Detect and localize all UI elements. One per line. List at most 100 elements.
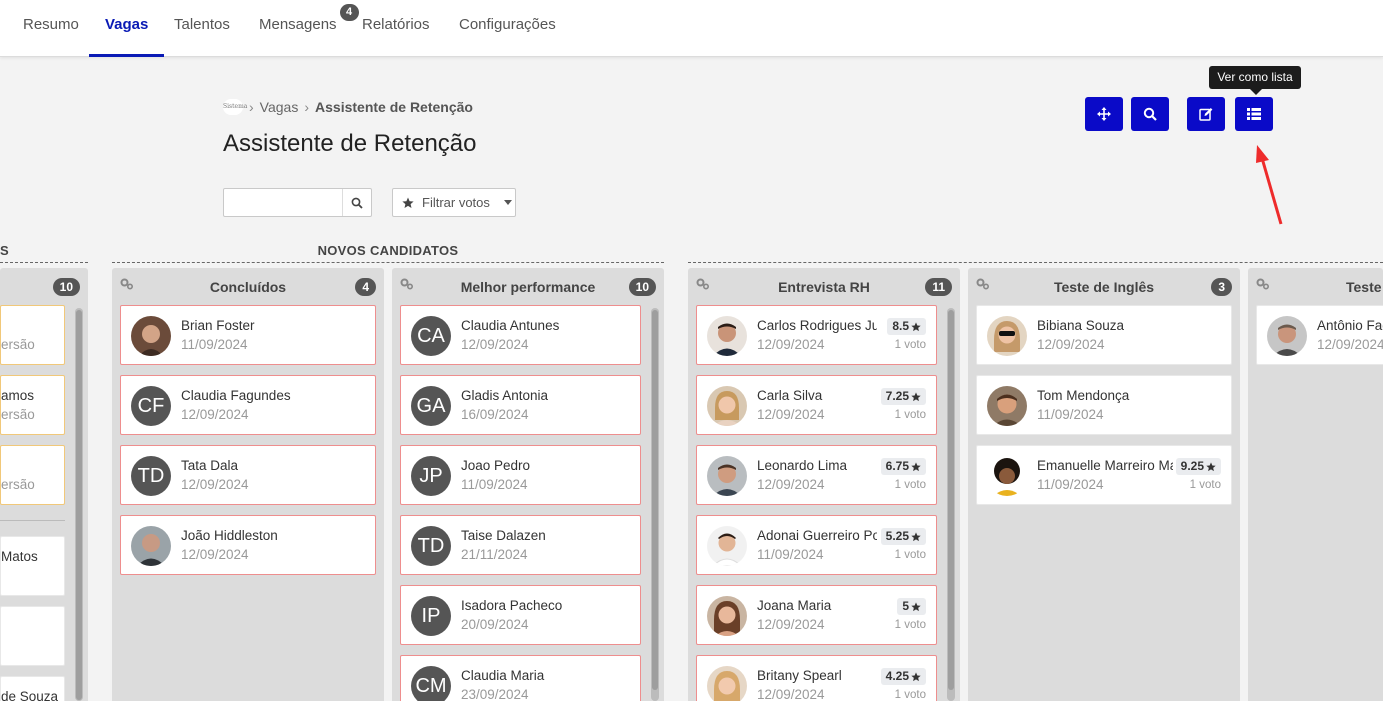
candidate-card[interactable]: Carlos Rodrigues Junior 12/09/2024 8.5 1… — [696, 305, 937, 365]
candidate-card[interactable]: IP Isadora Pacheco 20/09/2024 — [400, 585, 641, 645]
candidate-card[interactable]: CA Claudia Antunes 12/09/2024 — [400, 305, 641, 365]
candidate-card[interactable]: JP Joao Pedro 11/09/2024 — [400, 445, 641, 505]
candidate-name: Britany Spearl — [757, 668, 842, 683]
candidate-card[interactable]: Matos — [0, 536, 65, 596]
column-header: Teste — [1248, 268, 1383, 304]
candidate-card[interactable]: TD Tata Dala 12/09/2024 — [120, 445, 376, 505]
tab-resumo[interactable]: Resumo — [7, 0, 95, 57]
avatar: TD — [411, 526, 451, 566]
avatar: CA — [411, 316, 451, 356]
annotation-arrow-icon — [1256, 145, 1283, 225]
list-view-button[interactable] — [1235, 97, 1273, 131]
tab-configuracoes[interactable]: Configurações — [443, 0, 572, 57]
tab-talentos[interactable]: Talentos — [158, 0, 246, 57]
column-scrollbar[interactable] — [651, 308, 659, 701]
column-scrollbar[interactable] — [75, 308, 83, 701]
candidate-card[interactable]: Joana Maria 12/09/2024 5 1 voto — [696, 585, 937, 645]
candidate-card[interactable]: Bibiana Souza 12/09/2024 — [976, 305, 1232, 365]
filter-votes-dropdown[interactable]: Filtrar votos — [392, 188, 516, 217]
candidate-name: João Hiddleston — [181, 528, 278, 543]
candidate-card[interactable]: Antônio Fagundes 12/09/2024 — [1256, 305, 1383, 365]
votes-count: 1 voto — [1189, 479, 1221, 491]
move-button[interactable] — [1085, 97, 1123, 131]
candidate-date: 12/09/2024 — [757, 407, 825, 422]
score-badge: 6.75 — [880, 458, 926, 475]
search-input[interactable] — [224, 189, 342, 216]
tab-vagas[interactable]: Vagas — [89, 0, 165, 57]
column-scrollbar[interactable] — [947, 308, 955, 701]
breadcrumb-vagas-link[interactable]: Vagas — [260, 99, 299, 115]
list-icon — [1247, 108, 1261, 120]
candidate-card[interactable]: Adonai Guerreiro Porto 11/09/2024 5.25 1… — [696, 515, 937, 575]
candidate-card[interactable]: CM Claudia Maria 23/09/2024 — [400, 655, 641, 701]
candidate-card[interactable]: ersão — [0, 305, 65, 365]
avatar — [707, 596, 747, 636]
avatar — [131, 526, 171, 566]
edit-button[interactable] — [1187, 97, 1225, 131]
tab-label: Vagas — [105, 16, 149, 33]
avatar: TD — [131, 456, 171, 496]
column-header: Entrevista RH 11 — [688, 268, 960, 304]
candidate-name: de Souza — [1, 689, 59, 701]
search-button[interactable] — [1131, 97, 1169, 131]
column-count-badge: 4 — [355, 278, 376, 296]
candidate-date: 11/09/2024 — [1037, 477, 1104, 492]
candidate-card[interactable]: amos ersão — [0, 375, 65, 435]
avatar — [131, 316, 171, 356]
candidate-name: Antônio Fagundes — [1317, 318, 1383, 333]
candidate-date: 12/09/2024 — [461, 337, 529, 352]
star-icon — [1206, 461, 1216, 471]
score-value: 7.25 — [885, 389, 909, 403]
avatar — [987, 456, 1027, 496]
candidate-name: Claudia Maria — [461, 668, 545, 683]
votes-count: 1 voto — [894, 409, 926, 421]
candidate-card[interactable]: Tom Mendonça 11/09/2024 — [976, 375, 1232, 435]
candidate-name: Taise Dalazen — [461, 528, 546, 543]
company-logo[interactable]: Sistema — [223, 99, 247, 115]
column-title: Melhor performance — [460, 279, 596, 295]
column-count-badge: 3 — [1211, 278, 1232, 296]
scrollbar-thumb[interactable] — [652, 310, 658, 690]
candidate-card[interactable]: Carla Silva 12/09/2024 7.25 1 voto — [696, 375, 937, 435]
kanban-column-concluidos: Concluídos 4 Brian Foster 11/09/2024 CF … — [112, 268, 384, 701]
candidate-card[interactable] — [0, 606, 65, 666]
candidate-card[interactable]: Emanuelle Marreiro Matos 11/09/2024 9.25… — [976, 445, 1232, 505]
scrollbar-thumb[interactable] — [76, 310, 82, 700]
column-title: Teste — [1346, 279, 1382, 295]
candidate-date: 12/09/2024 — [757, 617, 825, 632]
star-icon — [911, 461, 921, 471]
candidate-card[interactable]: CF Claudia Fagundes 12/09/2024 — [120, 375, 376, 435]
kanban-column-teste: Teste Antônio Fagundes 12/09/2024 — [1248, 268, 1383, 701]
candidate-card[interactable]: Brian Foster 11/09/2024 — [120, 305, 376, 365]
candidate-name: Claudia Antunes — [461, 318, 560, 333]
column-header: Concluídos 4 — [112, 268, 384, 304]
candidate-card[interactable]: TD Taise Dalazen 21/11/2024 — [400, 515, 641, 575]
tab-relatorios[interactable]: Relatórios — [346, 0, 446, 57]
scrollbar-thumb[interactable] — [948, 310, 954, 690]
group-label-partial: S — [0, 243, 9, 258]
kanban-column-melhor-performance: Melhor performance 10 CA Claudia Antunes… — [392, 268, 664, 701]
candidate-card[interactable]: Leonardo Lima 12/09/2024 6.75 1 voto — [696, 445, 937, 505]
tab-label: Resumo — [23, 16, 79, 33]
tab-mensagens[interactable]: Mensagens 4 — [243, 0, 359, 57]
score-badge: 8.5 — [887, 318, 926, 335]
candidate-card[interactable]: GA Gladis Antonia 16/09/2024 — [400, 375, 641, 435]
group-divider — [112, 262, 664, 263]
breadcrumb-separator: › — [304, 99, 310, 115]
tab-label: Relatórios — [362, 16, 430, 33]
votes-count: 1 voto — [894, 549, 926, 561]
search-submit-button[interactable] — [342, 189, 371, 216]
candidate-card[interactable]: ersão — [0, 445, 65, 505]
candidate-card[interactable]: João Hiddleston 12/09/2024 — [120, 515, 376, 575]
tab-label: Talentos — [174, 16, 230, 33]
kanban-column-teste-de-ingles: Teste de Inglês 3 Bibiana Souza 12/09/20… — [968, 268, 1240, 701]
breadcrumb-separator: › — [249, 99, 254, 115]
candidate-name: Joao Pedro — [461, 458, 531, 473]
avatar — [707, 386, 747, 426]
avatar: JP — [411, 456, 451, 496]
settings-gears-icon[interactable] — [1256, 278, 1270, 290]
candidate-card[interactable]: de Souza — [0, 676, 65, 701]
candidate-name: amos — [1, 388, 35, 403]
candidate-card[interactable]: Britany Spearl 12/09/2024 4.25 1 voto — [696, 655, 937, 701]
candidate-name: Leonardo Lima — [757, 458, 848, 473]
